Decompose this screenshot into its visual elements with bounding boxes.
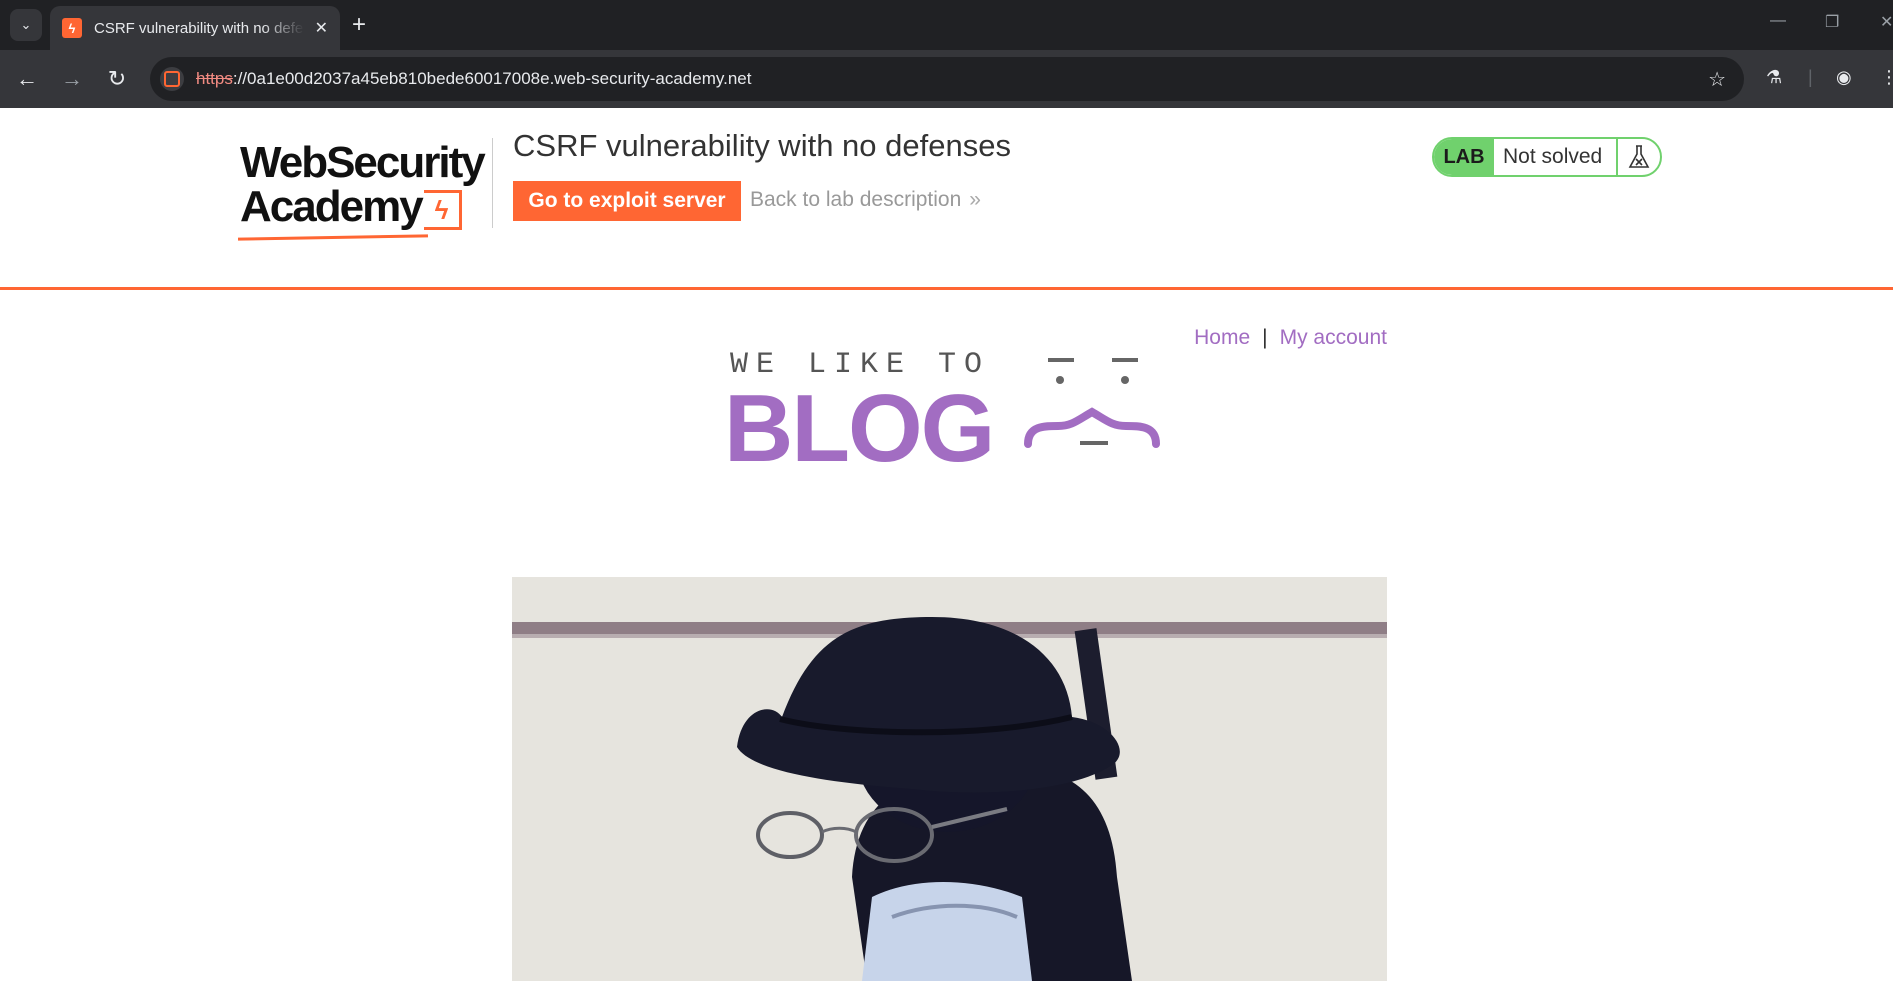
flask-x-icon: [1618, 139, 1660, 175]
tab-title: CSRF vulnerability with no defenses: [94, 19, 304, 37]
labs-flask-icon[interactable]: ⚗: [1766, 67, 1782, 88]
lab-status-text: Not solved: [1494, 139, 1618, 175]
toolbar-divider: |: [1808, 67, 1813, 87]
blog-banner: WE LIKE TO BLOG: [720, 336, 1180, 486]
lab-badge: LAB: [1434, 139, 1494, 175]
browser-tab[interactable]: ϟ CSRF vulnerability with no defenses ✕: [50, 6, 340, 50]
go-to-exploit-server-button[interactable]: Go to exploit server: [513, 181, 741, 221]
bookmark-star-icon[interactable]: ☆: [1708, 67, 1726, 92]
back-arrow-icon[interactable]: ←: [12, 64, 42, 94]
page-content: WebSecurity Academy ϟ CSRF vulnerability…: [0, 108, 1893, 981]
forward-arrow-icon[interactable]: →: [57, 64, 87, 94]
lab-status-widget: LAB Not solved: [1432, 137, 1662, 177]
menu-icon[interactable]: ⋮: [1880, 67, 1893, 88]
restore-icon[interactable]: ❐: [1825, 12, 1839, 32]
browser-toolbar: ← → ↻ https://0a1e00d2037a45eb810bede600…: [0, 50, 1893, 108]
home-link[interactable]: Home: [1194, 326, 1250, 349]
lab-header: WebSecurity Academy ϟ CSRF vulnerability…: [0, 108, 1893, 290]
curly-brace-face-icon: [1024, 358, 1160, 448]
tab-search-button[interactable]: ⌄: [10, 9, 42, 41]
logo-line2: Academy: [240, 182, 424, 231]
logo-line1: WebSecurity: [240, 138, 486, 187]
tab-favicon-icon: ϟ: [62, 18, 82, 38]
new-tab-button[interactable]: +: [352, 11, 366, 39]
nav-separator: |: [1262, 326, 1268, 349]
web-security-academy-logo[interactable]: WebSecurity Academy ϟ: [237, 136, 488, 241]
address-bar[interactable]: https://0a1e00d2037a45eb810bede60017008e…: [150, 57, 1744, 101]
double-chevron-icon: »: [969, 188, 981, 211]
blog-hero-image: [512, 577, 1387, 981]
window-close-icon[interactable]: ✕: [1880, 12, 1893, 32]
tab-close-icon[interactable]: ✕: [315, 18, 328, 38]
back-to-lab-description-link[interactable]: Back to lab description»: [750, 188, 981, 212]
minimize-icon[interactable]: —: [1770, 12, 1786, 30]
lab-title: CSRF vulnerability with no defenses: [513, 128, 1011, 163]
profile-icon[interactable]: ◉: [1836, 67, 1852, 88]
lightning-bolt-icon: ϟ: [424, 190, 462, 230]
site-info-icon[interactable]: [160, 67, 184, 91]
my-account-link[interactable]: My account: [1280, 326, 1387, 349]
top-navigation: Home | My account: [1194, 326, 1387, 350]
banner-blog-text: BLOG: [724, 375, 995, 482]
url-text[interactable]: https://0a1e00d2037a45eb810bede60017008e…: [196, 69, 751, 89]
logo-underline: [237, 234, 429, 241]
browser-tab-bar: ⌄ ϟ CSRF vulnerability with no defenses …: [0, 0, 1893, 50]
header-divider: [492, 138, 493, 228]
reload-icon[interactable]: ↻: [102, 64, 132, 94]
